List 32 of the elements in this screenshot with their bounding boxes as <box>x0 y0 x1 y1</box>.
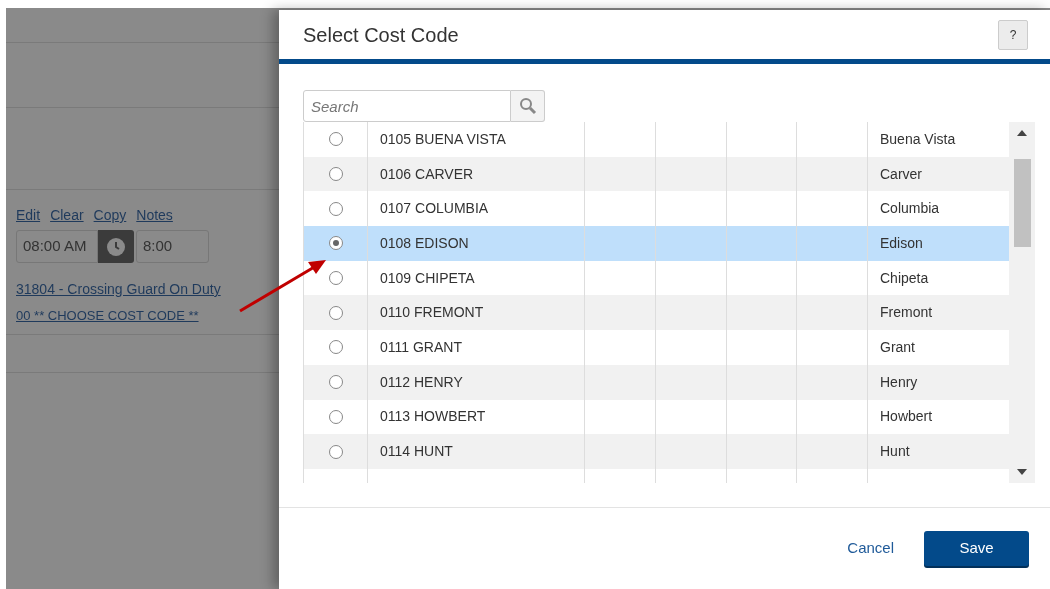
save-button[interactable]: Save <box>924 531 1029 566</box>
table-cell-text: Buena Vista <box>880 129 956 149</box>
cost-code-row[interactable]: 0108 EDISON Edison <box>303 226 1009 261</box>
cancel-link[interactable]: Cancel <box>847 537 894 560</box>
hours-field[interactable]: 8:00 <box>136 230 209 263</box>
table-cell-text: Henry <box>880 372 918 392</box>
table-cell-text: Howbert <box>880 407 933 427</box>
table-cell-text: Carver <box>880 164 922 184</box>
cost-code-row[interactable]: 0106 CARVER Carver <box>303 156 1009 192</box>
help-button[interactable]: ? <box>998 19 1028 50</box>
dialog-title: Select Cost Code <box>303 22 459 48</box>
cost-code-row[interactable]: 0110 FREMONT Fremont <box>303 295 1009 331</box>
table-cell-text: Fremont <box>880 303 933 323</box>
table-cell-text: 0109 CHIPETA <box>380 268 475 288</box>
table-cell-text: Grant <box>880 337 915 357</box>
table-cell-text: 0113 HOWBERT <box>380 407 486 427</box>
table-cell-text: Edison <box>880 233 923 253</box>
table-cell-text: Hunt <box>880 442 910 462</box>
cost-code-row[interactable]: 0112 HENRY Henry <box>303 364 1009 400</box>
table-cell-text: 0108 EDISON <box>380 233 469 253</box>
cost-code-row[interactable]: 0114 HUNT Hunt <box>303 434 1009 469</box>
table-cell-text: 0106 CARVER <box>380 164 474 184</box>
table-cell-text: 0112 HENRY <box>380 372 463 392</box>
table-cell-text: 0105 BUENA VISTA <box>380 129 506 149</box>
table-cell-text: 0114 HUNT <box>380 442 453 462</box>
table-cell-text: 0110 FREMONT <box>380 303 484 323</box>
table-cell-text: 0111 GRANT <box>380 337 462 357</box>
table-cell-text: Chipeta <box>880 268 929 288</box>
search-field[interactable]: Search <box>303 90 511 122</box>
start-time-field[interactable]: 08:00 AM <box>16 230 98 263</box>
table-cell-text: 0107 COLUMBIA <box>380 199 489 219</box>
table-cell-text: Columbia <box>880 199 940 219</box>
